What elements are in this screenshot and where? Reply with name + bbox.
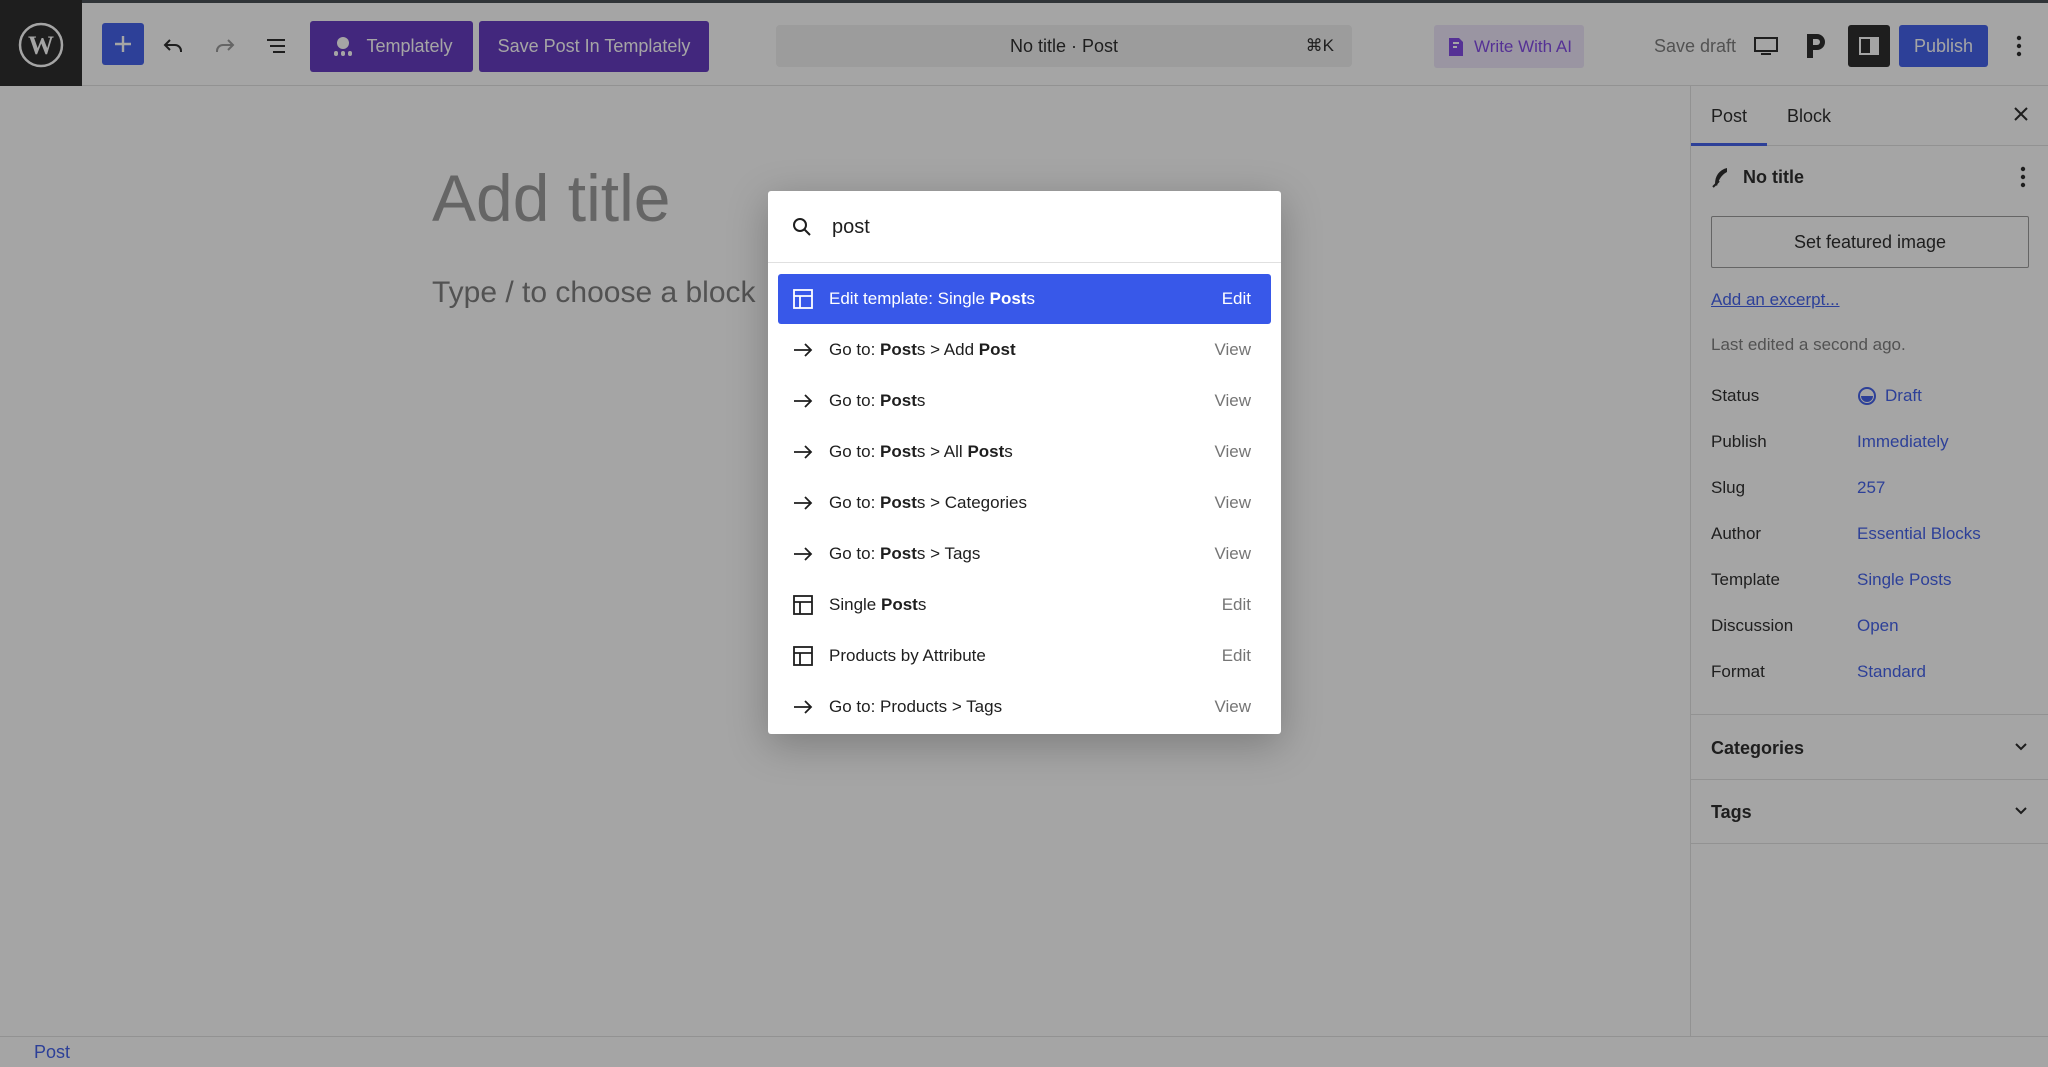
template-icon: [792, 288, 814, 310]
command-result-item[interactable]: Edit template: Single Posts Edit: [778, 274, 1271, 324]
command-result-action: Edit: [1221, 289, 1251, 308]
command-result-label: Go to: Posts > Add Post: [829, 340, 1016, 359]
command-result-label: Go to: Posts > Categories: [829, 493, 1027, 512]
command-result-item[interactable]: Go to: Products > Tags View: [778, 682, 1271, 732]
command-result-item[interactable]: Go to: Posts > All Posts View: [778, 427, 1271, 477]
arrow-right-icon: [792, 696, 814, 718]
command-result-action: View: [1214, 697, 1251, 716]
command-result-label: Products by Attribute: [829, 646, 986, 665]
template-icon: [792, 645, 814, 667]
command-result-action: View: [1214, 493, 1251, 512]
command-result-action: Edit: [1221, 646, 1251, 665]
command-result-item[interactable]: Products by Attribute Edit: [778, 631, 1271, 681]
command-result-label: Single Posts: [829, 595, 927, 614]
search-icon: [792, 217, 812, 242]
command-result-item[interactable]: Go to: Posts > Categories View: [778, 478, 1271, 528]
command-result-label: Go to: Posts > Tags: [829, 544, 981, 563]
command-result-item[interactable]: Go to: Posts > Add Post View: [778, 325, 1271, 375]
command-result-action: View: [1214, 340, 1251, 359]
command-result-item[interactable]: Go to: Posts View: [778, 376, 1271, 426]
command-result-item[interactable]: Single Posts Edit: [778, 580, 1271, 630]
command-result-label: Edit template: Single Posts: [829, 289, 1035, 308]
arrow-right-icon: [792, 492, 814, 514]
command-search-input[interactable]: [832, 209, 1252, 245]
command-result-action: View: [1214, 544, 1251, 563]
command-result-label: Go to: Posts: [829, 391, 926, 410]
command-result-action: View: [1214, 391, 1251, 410]
command-palette: Edit template: Single Posts Edit Go to: Po…: [768, 191, 1281, 734]
arrow-right-icon: [792, 441, 814, 463]
arrow-right-icon: [792, 390, 814, 412]
command-result-action: View: [1214, 442, 1251, 461]
command-result-action: Edit: [1221, 595, 1251, 614]
arrow-right-icon: [792, 543, 814, 565]
template-icon: [792, 594, 814, 616]
command-result-item[interactable]: Go to: Posts > Tags View: [778, 529, 1271, 579]
arrow-right-icon: [792, 339, 814, 361]
command-result-label: Go to: Posts > All Posts: [829, 442, 1013, 461]
command-result-label: Go to: Products > Tags: [829, 697, 1003, 716]
command-search-row: [768, 191, 1281, 263]
